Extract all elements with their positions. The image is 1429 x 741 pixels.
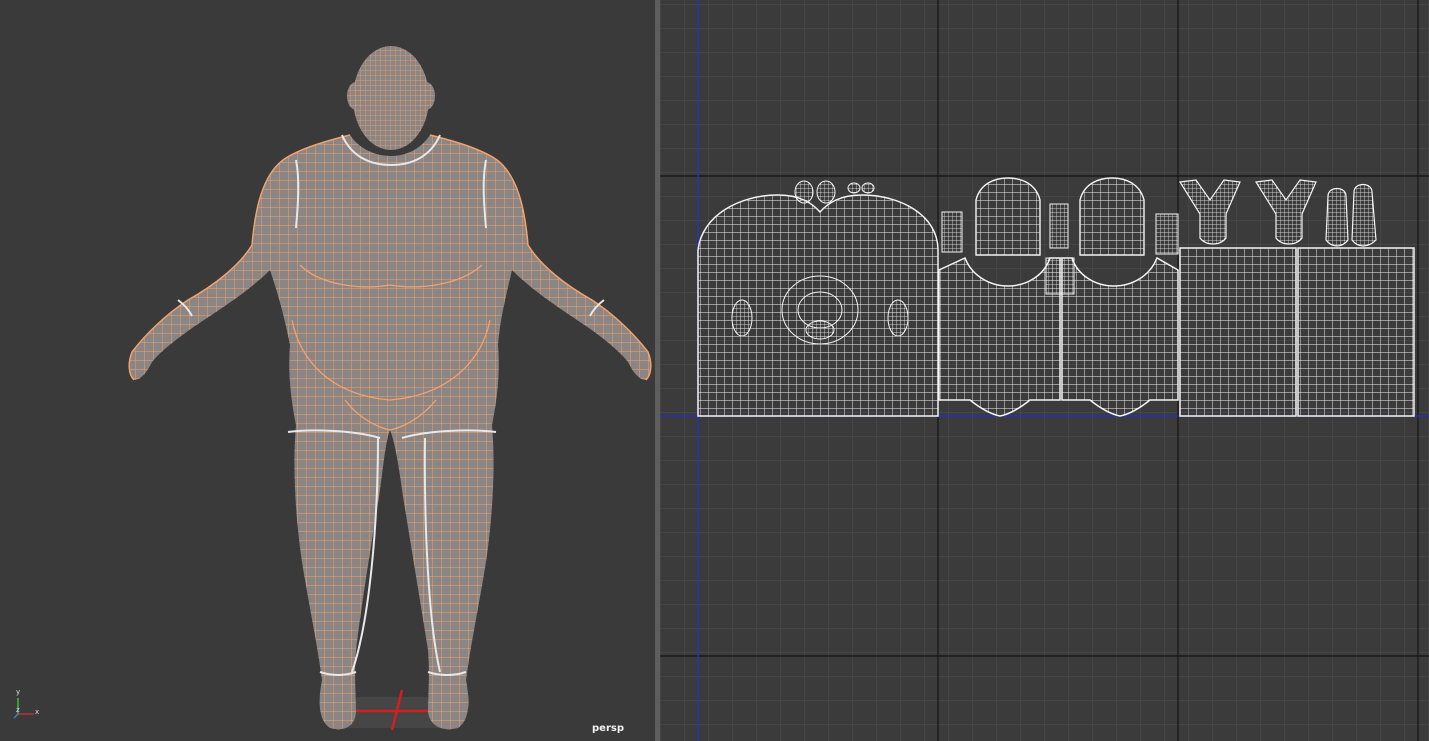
- perspective-viewport[interactable]: y z x persp: [0, 0, 655, 741]
- mesh-head: [347, 46, 435, 150]
- axis-gizmo: y z x: [10, 688, 44, 722]
- camera-label: persp: [592, 723, 624, 734]
- character-mesh[interactable]: [0, 0, 655, 741]
- axis-x-label: x: [35, 708, 40, 716]
- uv-shell-head: [697, 180, 939, 417]
- uv-shell-torso: [938, 256, 1179, 417]
- axis-y-label: y: [16, 688, 21, 696]
- mesh-body: [128, 134, 652, 730]
- maya-editor: y z x persp: [0, 0, 1429, 741]
- uv-editor-viewport[interactable]: [660, 0, 1429, 741]
- uv-layout[interactable]: [660, 0, 1429, 741]
- axis-z-label: z: [16, 706, 20, 714]
